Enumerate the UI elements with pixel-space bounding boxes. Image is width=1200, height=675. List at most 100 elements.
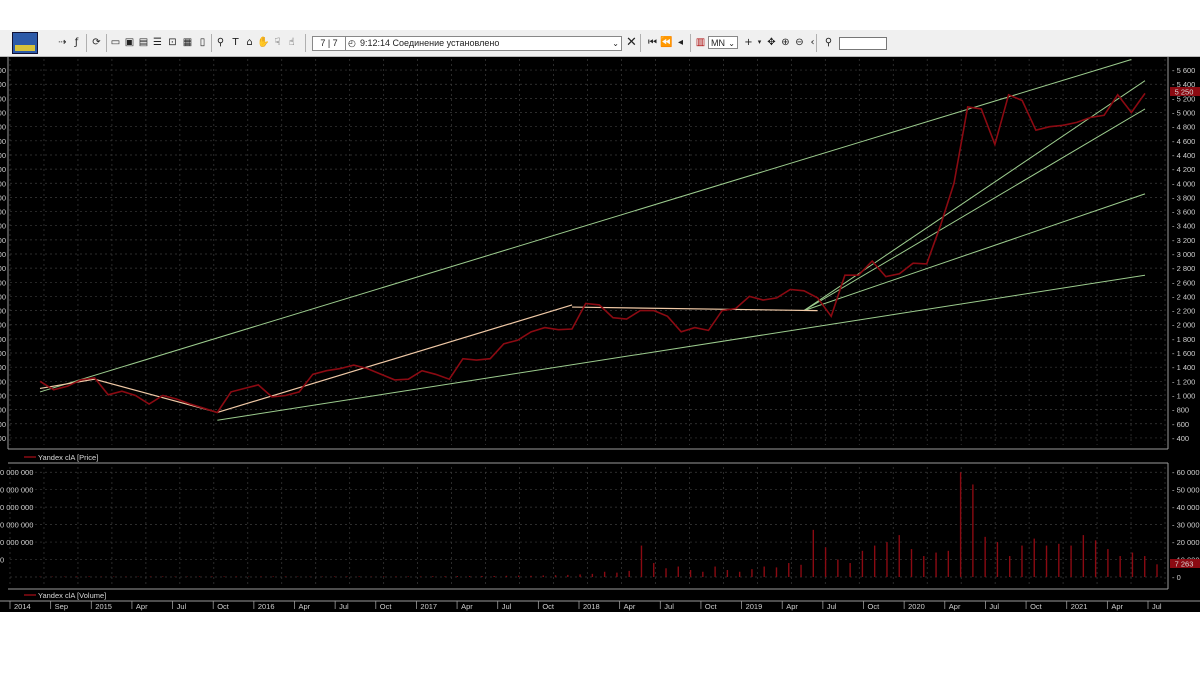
search-input[interactable] bbox=[839, 37, 887, 50]
move-icon[interactable]: ✥ bbox=[765, 35, 778, 50]
price-tick-left: 2 200 bbox=[0, 307, 6, 316]
price-tick-left: 4 800 bbox=[0, 123, 6, 132]
price-tick-right: - 400 bbox=[1172, 434, 1189, 443]
price-tick-left: 2 000 bbox=[0, 321, 6, 330]
period-value: MN bbox=[711, 38, 725, 48]
volume-tick-right: - 60 000 bbox=[1172, 468, 1200, 477]
zoom-window-icon[interactable]: ⊡ bbox=[166, 35, 179, 50]
zoom-out-icon[interactable]: ⊖ bbox=[793, 35, 806, 50]
grid-icon[interactable]: ▦ bbox=[181, 35, 194, 50]
chart-window-icon[interactable]: ▣ bbox=[123, 35, 136, 50]
price-tick-right: - 2 600 bbox=[1172, 278, 1195, 287]
chevron-down-icon[interactable]: ⌄ bbox=[612, 37, 619, 50]
volume-last-badge: 7 263 bbox=[1175, 560, 1194, 569]
first-page-icon[interactable]: ⏮ bbox=[646, 35, 659, 50]
volume-tick-right: - 20 000 bbox=[1172, 538, 1200, 547]
prev-icon[interactable]: ◂ bbox=[674, 35, 687, 50]
x-tick-label: Apr bbox=[299, 602, 311, 611]
zoom-in-icon[interactable]: ⊕ bbox=[779, 35, 792, 50]
volume-tick-left: 0 000 000 bbox=[0, 468, 33, 477]
marker-icon[interactable]: ⚲ bbox=[214, 35, 227, 50]
connection-status-field[interactable]: ◴ 9:12:14 Соединение установлено ⌄ bbox=[345, 36, 622, 51]
x-tick-label: Jul bbox=[1152, 602, 1162, 611]
price-tick-left: 4 600 bbox=[0, 137, 6, 146]
price-tick-right: - 3 200 bbox=[1172, 236, 1195, 245]
x-tick-label: Jul bbox=[827, 602, 837, 611]
arrow-tool-icon[interactable]: ⇢ bbox=[56, 35, 69, 50]
stock-chart[interactable]: 5 600 5 400 5 200 5 000 4 800 4 600 4 400 4 200… bbox=[0, 57, 1200, 612]
volume-tick-right: - 0 bbox=[1172, 573, 1181, 582]
price-tick-left: 1 200 bbox=[0, 377, 6, 386]
page-icon[interactable]: ▯ bbox=[196, 35, 209, 50]
price-tick-right: - 800 bbox=[1172, 406, 1189, 415]
x-tick-label: Oct bbox=[1030, 602, 1043, 611]
period-select[interactable]: MN ⌄ bbox=[708, 36, 738, 49]
window-counter: 7 | 7 bbox=[312, 36, 346, 51]
x-tick-label: 2014 bbox=[14, 602, 31, 611]
x-tick-label: Jul bbox=[502, 602, 512, 611]
x-tick-label: Jul bbox=[989, 602, 999, 611]
x-tick-label: Apr bbox=[786, 602, 798, 611]
clock-icon: ◴ bbox=[348, 38, 356, 48]
price-tick-right: - 3 800 bbox=[1172, 193, 1195, 202]
hand-icon[interactable]: ✋ bbox=[257, 35, 270, 50]
x-tick-label: Apr bbox=[624, 602, 636, 611]
x-tick-label: Oct bbox=[542, 602, 555, 611]
close-icon[interactable]: ✕ bbox=[625, 35, 638, 50]
x-tick-label: Jul bbox=[177, 602, 187, 611]
price-tick-left: 3 400 bbox=[0, 222, 6, 231]
chevron-left-icon[interactable]: ‹ bbox=[806, 35, 819, 50]
price-tick-left: 1 800 bbox=[0, 335, 6, 344]
price-tick-right: - 5 600 bbox=[1172, 66, 1195, 75]
search-icon[interactable]: ⚲ bbox=[822, 35, 835, 50]
x-tick-label: Apr bbox=[949, 602, 961, 611]
price-tick-right: - 2 400 bbox=[1172, 292, 1195, 301]
x-tick-label: Oct bbox=[380, 602, 393, 611]
volume-legend: Yandex clA [Volume] bbox=[38, 591, 106, 600]
list-icon[interactable]: ☰ bbox=[151, 35, 164, 50]
x-tick-label: Oct bbox=[705, 602, 718, 611]
price-tick-left: 800 bbox=[0, 406, 6, 415]
rewind-icon[interactable]: ⏪ bbox=[660, 35, 673, 50]
volume-tick-left: 0 000 000 bbox=[0, 538, 33, 547]
x-tick-label: 2016 bbox=[258, 602, 275, 611]
x-tick-label: Jul bbox=[339, 602, 349, 611]
text-tool-icon[interactable]: T bbox=[229, 35, 242, 50]
price-tick-left: 2 800 bbox=[0, 264, 6, 273]
volume-tick-left: 0 000 000 bbox=[0, 486, 33, 495]
shape-tool-icon[interactable]: ⌂ bbox=[243, 35, 256, 50]
price-tick-right: - 1 800 bbox=[1172, 335, 1195, 344]
price-tick-right: - 4 000 bbox=[1172, 179, 1195, 188]
app-logo bbox=[12, 32, 38, 54]
price-tick-left: 1 000 bbox=[0, 391, 6, 400]
bar-chart-icon[interactable]: ▥ bbox=[694, 35, 707, 50]
price-tick-left: 4 200 bbox=[0, 165, 6, 174]
x-tick-label: 2017 bbox=[420, 602, 437, 611]
price-tick-left: 2 600 bbox=[0, 278, 6, 287]
price-tick-right: - 3 600 bbox=[1172, 208, 1195, 217]
hand-down-icon[interactable]: ☟ bbox=[271, 35, 284, 50]
fx-icon[interactable]: ƒ bbox=[70, 35, 83, 50]
price-tick-left: 5 000 bbox=[0, 109, 6, 118]
price-tick-right: - 2 000 bbox=[1172, 321, 1195, 330]
time-axis-labels: 2014 Sep 2015 Apr Jul Oct 2016 Apr Jul Oct 2017 Apr… bbox=[9, 601, 1162, 611]
volume-tick-right: - 50 000 bbox=[1172, 486, 1200, 495]
volume-tick-right: - 40 000 bbox=[1172, 503, 1200, 512]
separator bbox=[106, 34, 107, 52]
price-tick-right: - 3 000 bbox=[1172, 250, 1195, 259]
hand-up-icon[interactable]: ☝ bbox=[285, 35, 298, 50]
refresh-icon[interactable]: ⟳ bbox=[90, 35, 103, 50]
price-tick-right: - 2 200 bbox=[1172, 307, 1195, 316]
price-tick-left: 4 400 bbox=[0, 151, 6, 160]
window-icon[interactable]: ▭ bbox=[109, 35, 122, 50]
x-tick-label: 2018 bbox=[583, 602, 600, 611]
price-tick-left: 400 bbox=[0, 434, 6, 443]
price-tick-left: 1 400 bbox=[0, 363, 6, 372]
table-icon[interactable]: ▤ bbox=[137, 35, 150, 50]
x-tick-label: Oct bbox=[217, 602, 230, 611]
price-tick-right: - 1 600 bbox=[1172, 349, 1195, 358]
price-tick-left: 3 800 bbox=[0, 193, 6, 202]
separator bbox=[816, 34, 817, 52]
price-tick-right: - 4 200 bbox=[1172, 165, 1195, 174]
price-tick-right: - 3 400 bbox=[1172, 222, 1195, 231]
